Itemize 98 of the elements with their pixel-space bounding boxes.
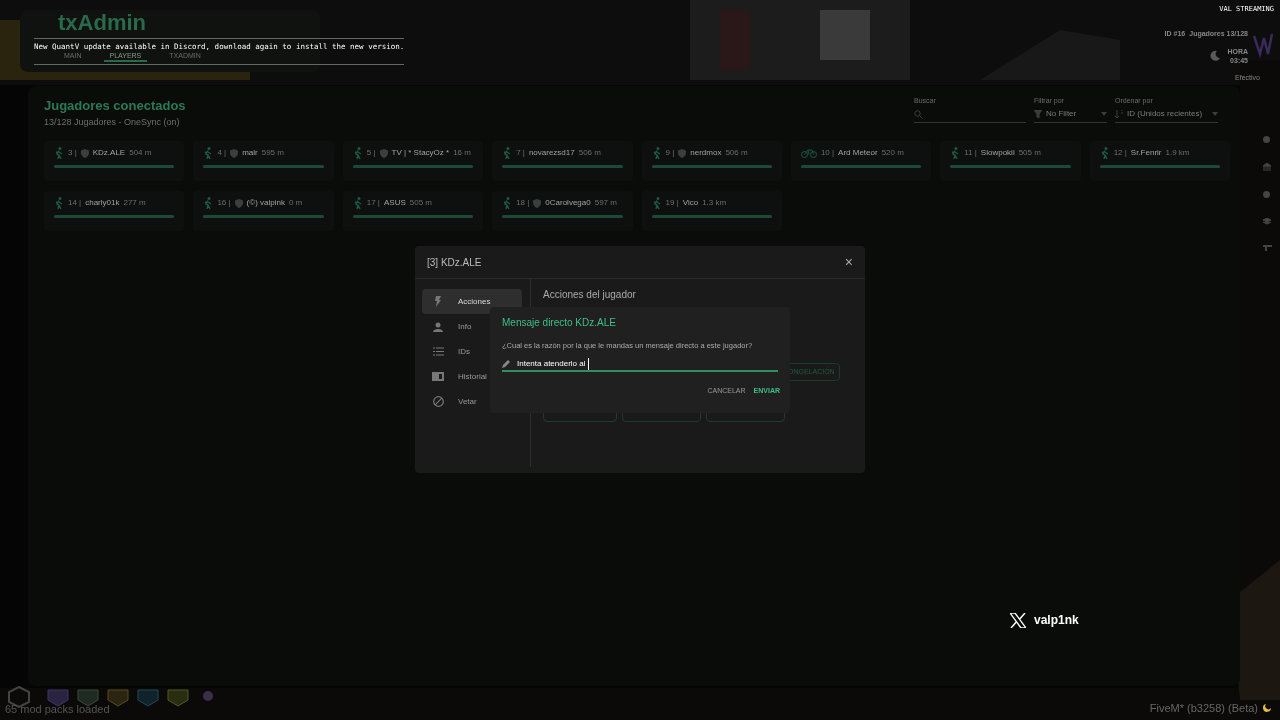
player-card[interactable]: 11 | Slowpokii 505 m: [940, 141, 1081, 181]
player-id: 18 |: [516, 197, 530, 209]
walking-person-icon: [651, 197, 662, 209]
mod-packs-text: 65 mod packs loaded: [5, 702, 110, 717]
walking-person-icon: [54, 147, 64, 159]
book-icon: [432, 372, 444, 381]
caret-icon: [1212, 112, 1218, 116]
menu-item[interactable]: Acciones: [422, 289, 522, 314]
section-heading: Acciones del jugador: [543, 288, 637, 302]
player-distance: 595 m: [261, 147, 284, 159]
bolt-icon: [434, 296, 442, 307]
player-distance: 506 m: [578, 147, 601, 159]
player-card[interactable]: 12 | Sr.Fenrir 1.9 km: [1089, 141, 1230, 181]
player-name: charly01k: [85, 197, 120, 209]
pencil-icon: [502, 359, 511, 369]
player-card[interactable]: 16 | (©) valpink 0 m: [193, 191, 334, 231]
panel-title: Jugadores conectados: [44, 97, 186, 115]
player-card[interactable]: 4 | malr 595 m: [193, 141, 334, 181]
player-name: ASUS: [383, 197, 406, 209]
caret-icon: [1101, 112, 1107, 116]
walking-person-icon: [502, 197, 513, 209]
coin-icon: [1263, 191, 1270, 198]
walking-person-icon: [651, 147, 662, 159]
panel-subtitle: 13/128 Jugadores - OneSync (on): [44, 115, 181, 129]
walking-person-icon: [352, 197, 363, 209]
player-name: Sr.Fenrir: [1130, 147, 1162, 159]
player-distance: 1.3 km: [702, 197, 727, 209]
search-icon: [914, 109, 923, 119]
build-version: FiveM* (b3258) (Beta): [1149, 701, 1258, 716]
player-id: 4 |: [217, 147, 227, 159]
dialog-title: Mensaje directo KDz.ALE: [502, 316, 617, 330]
walking-person-icon: [1099, 147, 1110, 159]
player-distance: 0 m: [288, 197, 303, 209]
player-id: 3 |: [68, 147, 77, 159]
layers-icon: [1263, 218, 1271, 225]
player-card[interactable]: 5 | TV | * StacyOz * 16 m: [342, 141, 484, 181]
player-name: novarezsd17: [528, 147, 575, 159]
player-distance: 1.9 km: [1165, 147, 1190, 159]
player-name: Ard Meteor: [838, 147, 878, 159]
x-logo-icon: [1010, 612, 1026, 628]
close-button[interactable]: ×: [844, 255, 853, 269]
player-card[interactable]: 3 | KDz.ALE 504 m: [44, 141, 185, 181]
bank-icon: [1263, 163, 1271, 171]
message-field[interactable]: Intenta atenderlo al: [502, 357, 778, 373]
list-icon: [432, 347, 444, 356]
player-id: 14 |: [68, 197, 82, 209]
walking-person-icon: [502, 147, 513, 159]
person-icon: [433, 321, 443, 332]
player-id: 11 |: [964, 147, 977, 159]
player-distance: 506 m: [725, 147, 748, 159]
walking-person-icon: [203, 197, 214, 209]
player-distance: 505 m: [409, 197, 432, 209]
player-distance: 504 m: [129, 147, 152, 159]
coin-icon: [1263, 136, 1270, 143]
player-card[interactable]: 10 | Ard Meteor 520 m: [790, 141, 932, 181]
player-id: 5 |: [366, 147, 376, 159]
player-card[interactable]: 9 | nerdmox 506 m: [641, 141, 782, 181]
social-handle: valp1nk: [1034, 612, 1079, 629]
player-id: 19 |: [665, 197, 679, 209]
player-name: 0Carolvega0: [545, 197, 591, 209]
player-distance: 277 m: [123, 197, 146, 209]
player-distance: 597 m: [594, 197, 617, 209]
walking-person-icon: [352, 147, 363, 159]
player-distance: 505 m: [1018, 147, 1041, 159]
ban-icon: [432, 396, 444, 407]
player-card[interactable]: 14 | charly01k 277 m: [44, 191, 185, 231]
modal-title: [3] KDz.ALE: [427, 255, 482, 270]
walking-person-icon: [950, 147, 961, 159]
bicycle-icon: [800, 148, 817, 158]
player-name: Vico: [682, 197, 699, 209]
player-name: Slowpokii: [980, 147, 1015, 159]
walking-person-icon: [54, 197, 64, 209]
walking-person-icon: [203, 147, 214, 159]
player-card[interactable]: 19 | Vico 1.3 km: [641, 191, 782, 231]
filter-icon: [1034, 110, 1042, 118]
player-card[interactable]: 17 | ASUS 505 m: [342, 191, 484, 231]
sort-icon: [1115, 110, 1123, 118]
player-id: 16 |: [217, 197, 231, 209]
moon-icon: [1262, 703, 1272, 714]
dropdown[interactable]: ID (Unidos recientes): [1115, 106, 1218, 123]
player-id: 7 |: [516, 147, 525, 159]
player-id: 17 |: [366, 197, 380, 209]
player-id: 9 |: [665, 147, 675, 159]
moon-icon: [1209, 50, 1222, 62]
player-distance: 16 m: [453, 147, 471, 159]
player-name: nerdmox: [690, 147, 722, 159]
player-name: TV | * StacyOz *: [391, 147, 450, 159]
player-card[interactable]: 7 | novarezsd17 506 m: [492, 141, 633, 181]
dropdown[interactable]: No Filter: [1034, 106, 1107, 123]
player-name: KDz.ALE: [92, 147, 126, 159]
player-id: 12 |: [1113, 147, 1127, 159]
txadmin-logo: txAdmin: [58, 12, 146, 34]
gun-icon: [1263, 245, 1272, 251]
player-name: malr: [242, 147, 258, 159]
player-name: (©) valpink: [246, 197, 285, 209]
player-id: 10 |: [820, 147, 835, 159]
player-distance: 520 m: [881, 147, 904, 159]
player-card[interactable]: 18 | 0Carolvega0 597 m: [492, 191, 633, 231]
